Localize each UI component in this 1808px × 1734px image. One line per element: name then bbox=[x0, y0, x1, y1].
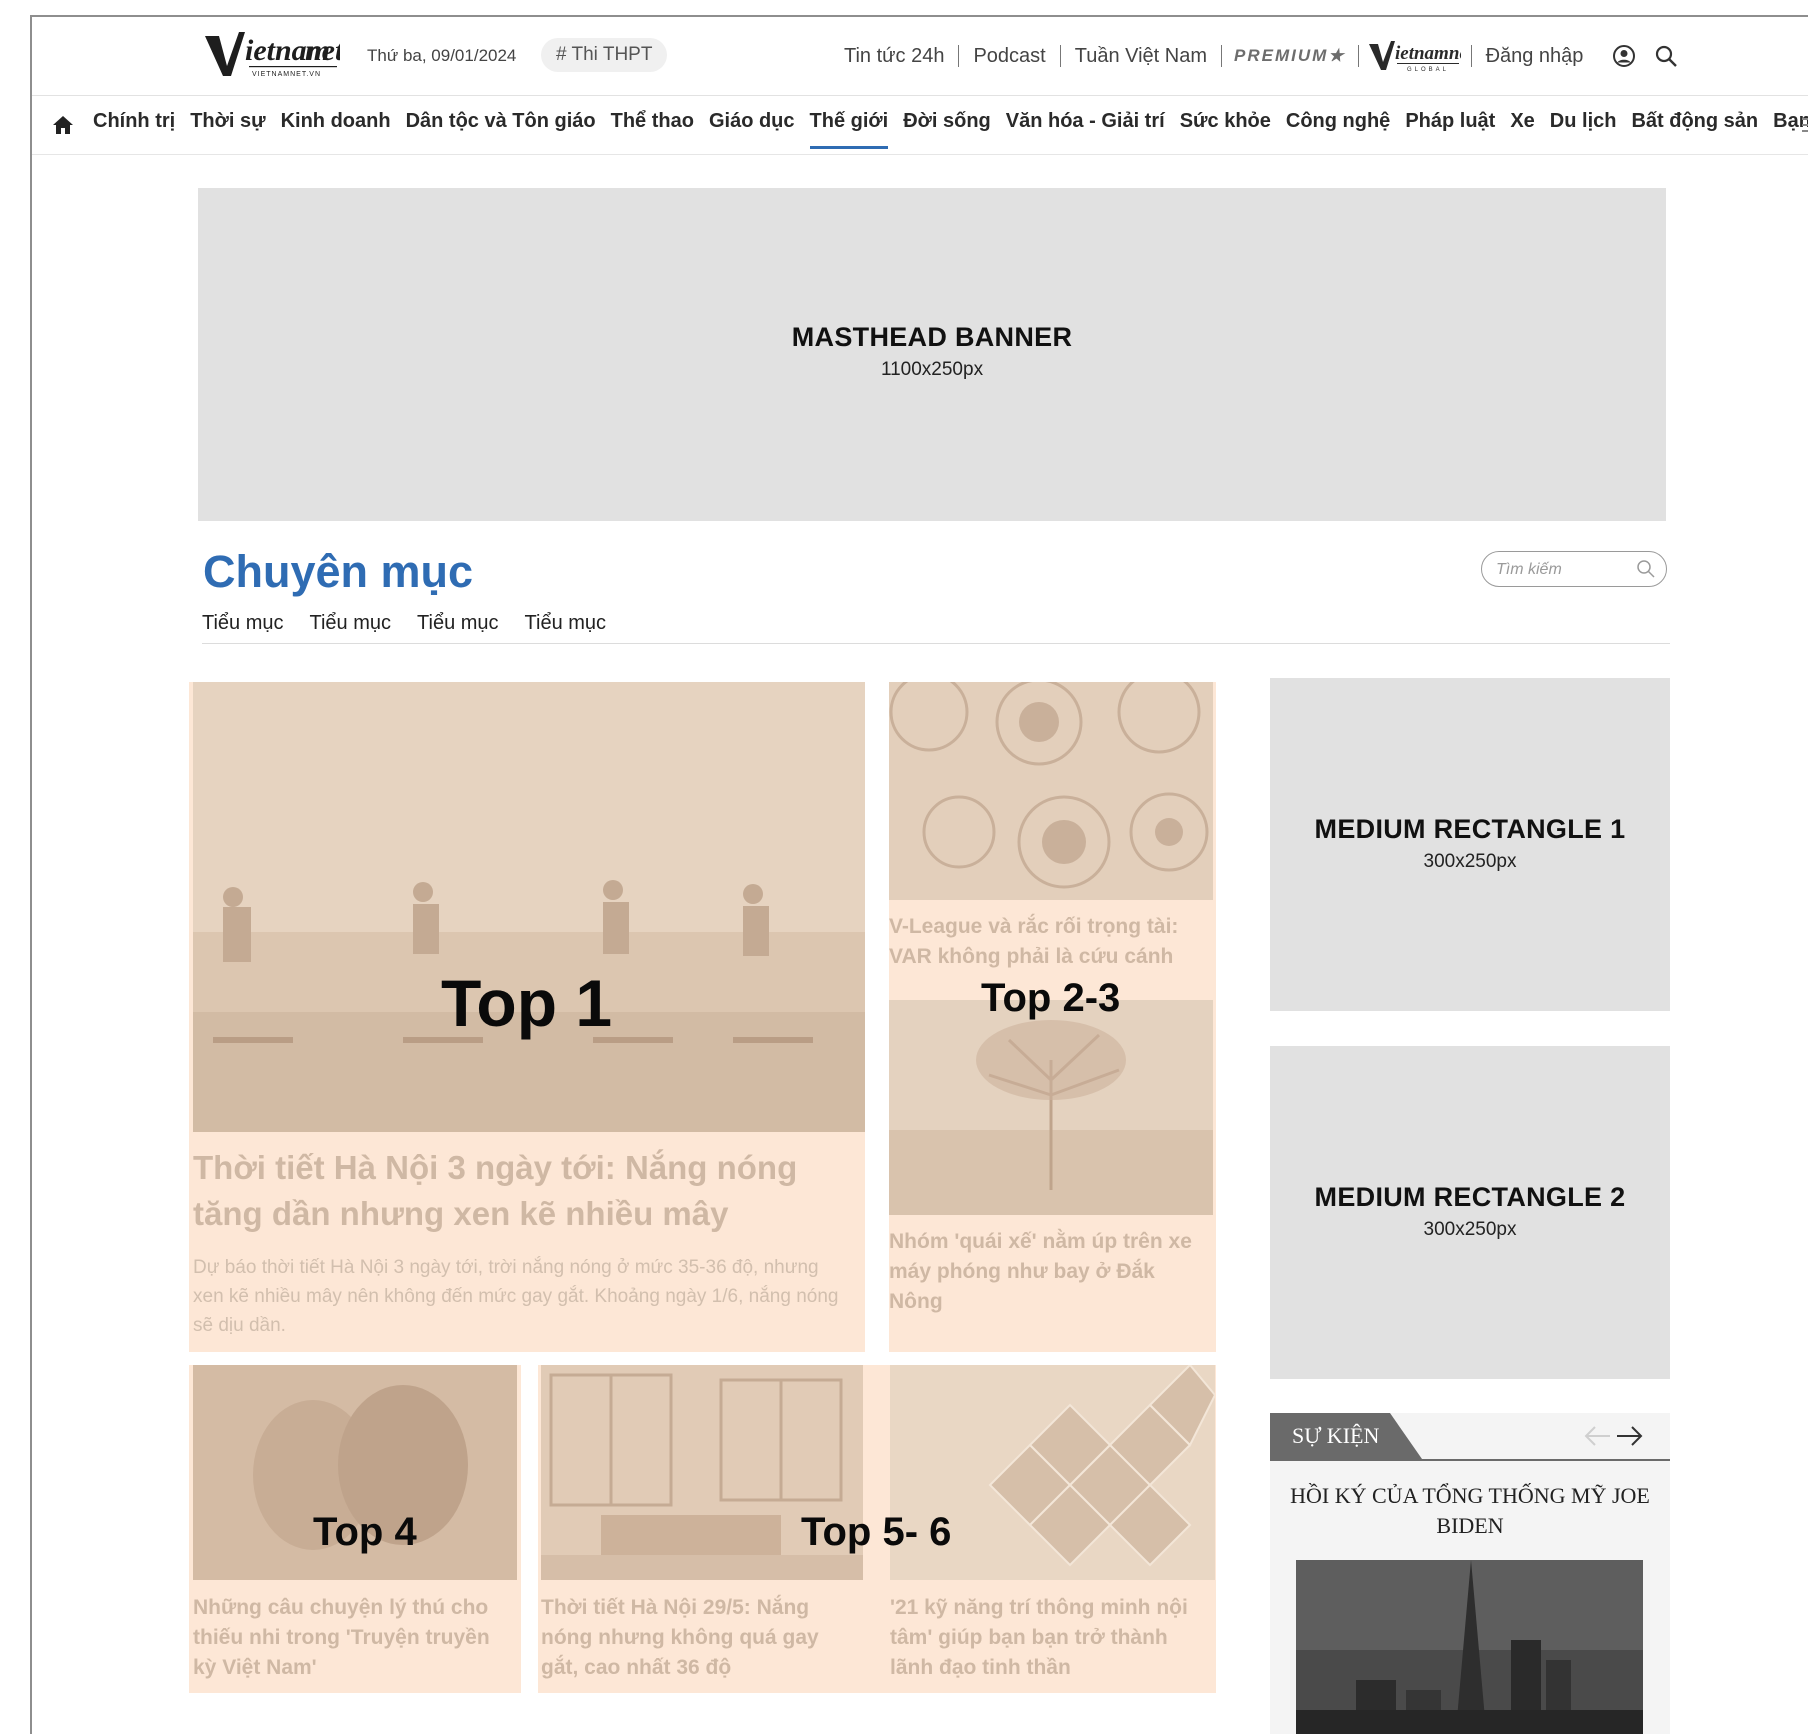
top-3-headline[interactable]: Nhóm 'quái xế' nằm úp trên xe máy phóng … bbox=[889, 1227, 1214, 1317]
current-date: Thứ ba, 09/01/2024 bbox=[367, 46, 517, 65]
user-icon[interactable] bbox=[1609, 41, 1639, 71]
nav-item-xe[interactable]: Xe bbox=[1510, 110, 1534, 133]
event-tab-label: SỰ KIỆN bbox=[1292, 1423, 1380, 1448]
nav-item-chinh-tri[interactable]: Chính trị bbox=[93, 110, 175, 133]
top-5-6-label: Top 5- 6 bbox=[801, 1510, 952, 1554]
subcategory-link[interactable]: Tiểu mục bbox=[417, 612, 499, 635]
svg-text:ietnamnet: ietnamnet bbox=[1395, 43, 1461, 64]
nav-item-giao-duc[interactable]: Giáo dục bbox=[709, 110, 795, 133]
top-1-sapo: Dự báo thời tiết Hà Nội 3 ngày tới, trời… bbox=[193, 1257, 839, 1336]
category-list: Chính trị Thời sự Kinh doanh Dân tộc và … bbox=[93, 110, 1808, 149]
subcategory-link[interactable]: Tiểu mục bbox=[525, 612, 607, 635]
top-6-headline[interactable]: '21 kỹ năng trí thông minh nội tâm' giúp… bbox=[890, 1593, 1210, 1683]
svg-text:GLOBAL: GLOBAL bbox=[1407, 67, 1449, 72]
nav-item-kinh-doanh[interactable]: Kinh doanh bbox=[281, 110, 391, 133]
subcategory-nav: Tiểu mục Tiểu mục Tiểu mục Tiểu mục bbox=[202, 612, 632, 635]
subcategory-link[interactable]: Tiểu mục bbox=[202, 612, 284, 635]
masthead-title: MASTHEAD BANNER bbox=[791, 322, 1073, 352]
separator bbox=[1357, 45, 1359, 67]
mrec-1-size: 300x250px bbox=[1423, 851, 1517, 872]
vietnamnet-global-logo[interactable]: ietnamnet GLOBAL bbox=[1368, 40, 1473, 73]
nav-item-doi-song[interactable]: Đời sống bbox=[903, 110, 991, 133]
event-tab[interactable]: SỰ KIỆN bbox=[1270, 1413, 1422, 1459]
article-thumbnail-skateboarders[interactable] bbox=[193, 682, 865, 1132]
frame-border-left bbox=[30, 15, 32, 1734]
category-nav: Chính trị Thời sự Kinh doanh Dân tộc và … bbox=[32, 96, 1808, 155]
top-links: Tin tức 24h Podcast Tuần Việt Nam PREMIU… bbox=[830, 38, 1681, 74]
article-thumbnail-food-plates[interactable] bbox=[889, 682, 1213, 900]
nav-item-du-lich[interactable]: Du lịch bbox=[1550, 110, 1617, 133]
link-tuan-viet-nam[interactable]: Tuần Việt Nam bbox=[1061, 45, 1221, 68]
mrec-2-title: MEDIUM RECTANGLE 2 bbox=[1314, 1182, 1626, 1212]
section-search-input[interactable] bbox=[1494, 557, 1638, 583]
login-link[interactable]: Đăng nhập bbox=[1472, 45, 1598, 68]
search-icon[interactable] bbox=[1651, 41, 1681, 71]
section-divider bbox=[202, 643, 1670, 644]
nav-item-phap-luat[interactable]: Pháp luật bbox=[1405, 110, 1495, 133]
trending-tag[interactable]: # Thi THPT bbox=[541, 38, 668, 72]
premium-link[interactable]: PREMIUM★ bbox=[1222, 46, 1358, 66]
event-header: SỰ KIỆN bbox=[1270, 1413, 1670, 1461]
section-search-box bbox=[1481, 551, 1667, 587]
nav-item-cong-nghe[interactable]: Công nghệ bbox=[1286, 110, 1390, 133]
masthead-size: 1100x250px bbox=[880, 359, 984, 380]
top-5-headline[interactable]: Thời tiết Hà Nội 29/5: Nắng nóng nhưng k… bbox=[541, 1593, 861, 1683]
nav-item-dan-toc-ton-giao[interactable]: Dân tộc và Tôn giáo bbox=[406, 110, 596, 133]
mrec-2-size: 300x250px bbox=[1423, 1219, 1517, 1240]
home-icon[interactable] bbox=[52, 114, 74, 136]
top-1-headline[interactable]: Thời tiết Hà Nội 3 ngày tới: Nắng nóng t… bbox=[193, 1145, 833, 1237]
top-1-label: Top 1 bbox=[441, 966, 613, 1040]
nav-item-suc-khoe[interactable]: Sức khỏe bbox=[1180, 110, 1271, 133]
link-podcast[interactable]: Podcast bbox=[959, 45, 1059, 68]
top-2-headline[interactable]: V-League và rắc rối trọng tài: VAR không… bbox=[889, 912, 1214, 972]
medium-rectangle-2[interactable]: MEDIUM RECTANGLE 2 300x250px bbox=[1270, 1046, 1670, 1379]
nav-item-the-gioi[interactable]: Thế giới bbox=[809, 110, 888, 149]
event-title[interactable]: HỒI KÝ CỦA TỔNG THỐNG MỸ JOE BIDEN bbox=[1280, 1481, 1660, 1541]
svg-text:VIETNAMNET.VN: VIETNAMNET.VN bbox=[252, 71, 321, 78]
event-widget: SỰ KIỆN HỒI KÝ CỦA TỔNG THỐNG MỸ JOE BID… bbox=[1270, 1413, 1670, 1734]
top-4-headline[interactable]: Những câu chuyện lý thú cho thiếu nhi tr… bbox=[193, 1593, 513, 1683]
medium-rectangle-1[interactable]: MEDIUM RECTANGLE 1 300x250px bbox=[1270, 678, 1670, 1011]
link-tin-tuc-24h[interactable]: Tin tức 24h bbox=[830, 45, 958, 68]
top-4-label: Top 4 bbox=[313, 1510, 417, 1554]
event-thumbnail-city-skyline[interactable] bbox=[1296, 1560, 1643, 1734]
subcategory-link[interactable]: Tiểu mục bbox=[310, 612, 392, 635]
vietnamnet-logo[interactable]: ietnam net VIETNAMNET.VN bbox=[205, 30, 345, 80]
top-2-3-label: Top 2-3 bbox=[981, 976, 1121, 1020]
masthead-banner[interactable]: MASTHEAD BANNER 1100x250px bbox=[198, 188, 1666, 521]
arrow-left-icon[interactable] bbox=[1582, 1424, 1612, 1448]
nav-item-van-hoa-giai-tri[interactable]: Văn hóa - Giải trí bbox=[1006, 110, 1165, 133]
svg-text:net: net bbox=[305, 34, 340, 67]
arrow-right-icon[interactable] bbox=[1615, 1424, 1645, 1448]
nav-item-thoi-su[interactable]: Thời sự bbox=[190, 110, 265, 133]
menu-icon[interactable] bbox=[1802, 116, 1808, 134]
mrec-1-title: MEDIUM RECTANGLE 1 bbox=[1314, 814, 1626, 844]
article-thumbnail-tree-in-water[interactable] bbox=[889, 1000, 1213, 1215]
section-title[interactable]: Chuyên mục bbox=[203, 546, 473, 598]
search-icon[interactable] bbox=[1636, 559, 1656, 579]
nav-item-bat-dong-san[interactable]: Bất động sản bbox=[1631, 110, 1758, 133]
nav-item-the-thao[interactable]: Thể thao bbox=[611, 110, 694, 133]
